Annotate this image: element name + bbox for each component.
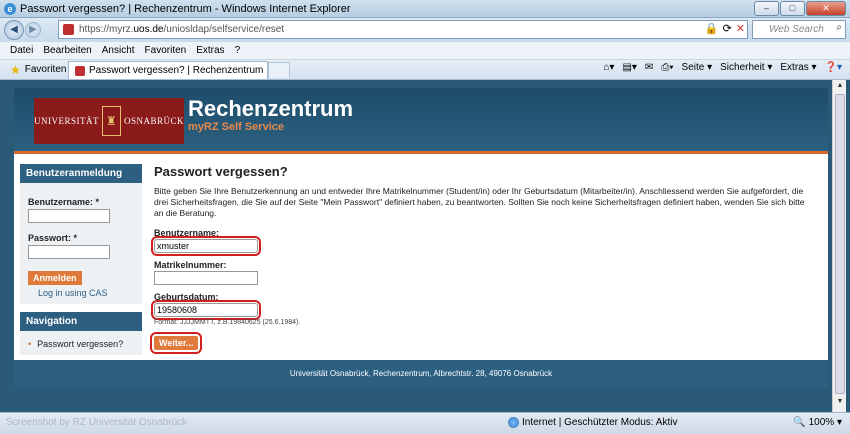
tab-active[interactable]: Passwort vergessen? | Rechenzentrum <box>68 61 268 79</box>
navigation-box: Navigation Passwort vergessen? <box>20 312 142 355</box>
window-titlebar: e Passwort vergessen? | Rechenzentrum - … <box>0 0 850 18</box>
window-title: Passwort vergessen? | Rechenzentrum - Wi… <box>20 2 351 15</box>
nav-item-password-forgotten[interactable]: Passwort vergessen? <box>20 331 142 355</box>
sidebar-password-input[interactable] <box>28 245 110 259</box>
login-button[interactable]: Anmelden <box>28 271 82 285</box>
menu-tools[interactable]: Extras <box>196 45 224 56</box>
zoom-level[interactable]: 🔍 100% ▾ <box>793 417 842 428</box>
sidebar-password-label: Passwort: * <box>28 233 78 243</box>
tab-favicon <box>75 65 85 76</box>
favorites-button[interactable]: ★ Favoriten <box>10 63 66 77</box>
close-button[interactable]: ✕ <box>806 1 846 16</box>
address-field[interactable]: https://myrz.uos.de/uniosldap/selfservic… <box>58 20 748 39</box>
login-box: Benutzeranmeldung Benutzername: * Passwo… <box>20 164 142 304</box>
continue-button[interactable]: Weiter... <box>149 332 203 354</box>
feeds-icon[interactable]: ▤▾ <box>622 62 636 73</box>
back-button[interactable]: ◀ <box>4 20 24 40</box>
security-menu[interactable]: Sicherheit ▾ <box>720 62 772 73</box>
help-icon[interactable]: ❓▾ <box>825 62 842 73</box>
forward-button[interactable]: ▶ <box>25 22 41 38</box>
address-url: https://myrz.uos.de/uniosldap/selfservic… <box>79 24 285 35</box>
site-title: Rechenzentrum <box>188 96 354 121</box>
sidebar-username-label: Benutzername: * <box>28 197 100 207</box>
navigation-heading: Navigation <box>20 312 142 331</box>
window-buttons: – □ ✕ <box>754 1 846 16</box>
sidebar-username-input[interactable] <box>28 209 110 223</box>
university-logo: UNIVERSITÄT ♜ OSNABRÜCK <box>34 98 184 144</box>
globe-icon <box>508 417 519 428</box>
watermark: Screenshot by RZ Universität Osnabrück <box>6 417 188 428</box>
cas-login-link[interactable]: Log in using CAS <box>28 288 134 298</box>
site-favicon <box>63 24 74 35</box>
home-icon[interactable]: ⌂▾ <box>603 62 614 73</box>
new-tab-button[interactable] <box>268 62 290 78</box>
address-tools: 🔒 ⟳ ✕ <box>705 22 745 35</box>
page-heading: Passwort vergessen? <box>154 164 288 179</box>
tools-menu[interactable]: Extras ▾ <box>780 62 816 73</box>
intro-text: Bitte geben Sie Ihre Benutzerkennung an … <box>154 186 805 218</box>
menu-bar: Datei Bearbeiten Ansicht Favoriten Extra… <box>0 42 850 60</box>
vertical-scrollbar[interactable]: ▲ ▼ <box>832 80 846 412</box>
tab-bar: ★ Favoriten Passwort vergessen? | Rechen… <box>0 60 850 80</box>
menu-edit[interactable]: Bearbeiten <box>43 45 91 56</box>
lock-icon[interactable]: 🔒 <box>705 22 719 35</box>
menu-file[interactable]: Datei <box>10 45 33 56</box>
main-content: Passwort vergessen? Bitte geben Sie Ihre… <box>149 164 814 354</box>
birthdate-label: Geburtsdatum: <box>154 292 219 302</box>
scroll-up-icon[interactable]: ▲ <box>834 82 846 94</box>
stop-icon[interactable]: ✕ <box>736 22 745 35</box>
status-bar: Screenshot by RZ Universität Osnabrück I… <box>0 412 850 434</box>
birthdate-input[interactable] <box>151 300 261 320</box>
page-menu[interactable]: Seite ▾ <box>682 62 713 73</box>
scroll-down-icon[interactable]: ▼ <box>834 398 846 410</box>
search-input[interactable]: Web Search ⌕ <box>752 20 846 39</box>
security-zone: Internet | Geschützter Modus: Aktiv <box>508 417 677 428</box>
seal-icon: ♜ <box>102 106 121 136</box>
command-bar: ⌂▾ ▤▾ ✉ ⎙▾ Seite ▾ Sicherheit ▾ Extras ▾… <box>603 62 842 73</box>
minimize-button[interactable]: – <box>754 1 779 16</box>
maximize-button[interactable]: □ <box>780 1 805 16</box>
search-icon[interactable]: ⌕ <box>836 22 842 33</box>
login-heading: Benutzeranmeldung <box>20 164 142 183</box>
matrikel-input[interactable] <box>154 271 258 285</box>
print-icon[interactable]: ⎙▾ <box>661 62 673 73</box>
web-page: UNIVERSITÄT ♜ OSNABRÜCK Rechenzentrum my… <box>14 88 828 388</box>
matrikel-label: Matrikelnummer: <box>154 260 227 270</box>
refresh-icon[interactable]: ⟳ <box>723 22 732 35</box>
scroll-thumb[interactable] <box>835 94 845 394</box>
menu-view[interactable]: Ansicht <box>102 45 135 56</box>
menu-favorites[interactable]: Favoriten <box>145 45 187 56</box>
sidebar: Benutzeranmeldung Benutzername: * Passwo… <box>20 164 142 363</box>
browser-viewport: UNIVERSITÄT ♜ OSNABRÜCK Rechenzentrum my… <box>4 80 846 412</box>
site-subtitle: myRZ Self Service <box>188 121 284 133</box>
star-icon: ★ <box>10 62 21 77</box>
username-label: Benutzername: <box>154 228 220 238</box>
page-header: UNIVERSITÄT ♜ OSNABRÜCK Rechenzentrum my… <box>14 88 828 154</box>
address-toolbar: ◀ ▶ https://myrz.uos.de/uniosldap/selfse… <box>0 18 850 42</box>
page-footer: Universität Osnabrück, Rechenzentrum, Al… <box>14 360 828 388</box>
mail-icon[interactable]: ✉ <box>645 62 653 73</box>
birthdate-hint: Format: JJJJMMTT, z.B.19840625 (25.6.198… <box>154 319 301 326</box>
ie-icon: e <box>4 2 16 15</box>
menu-help[interactable]: ? <box>235 45 241 56</box>
username-input[interactable] <box>151 236 261 256</box>
